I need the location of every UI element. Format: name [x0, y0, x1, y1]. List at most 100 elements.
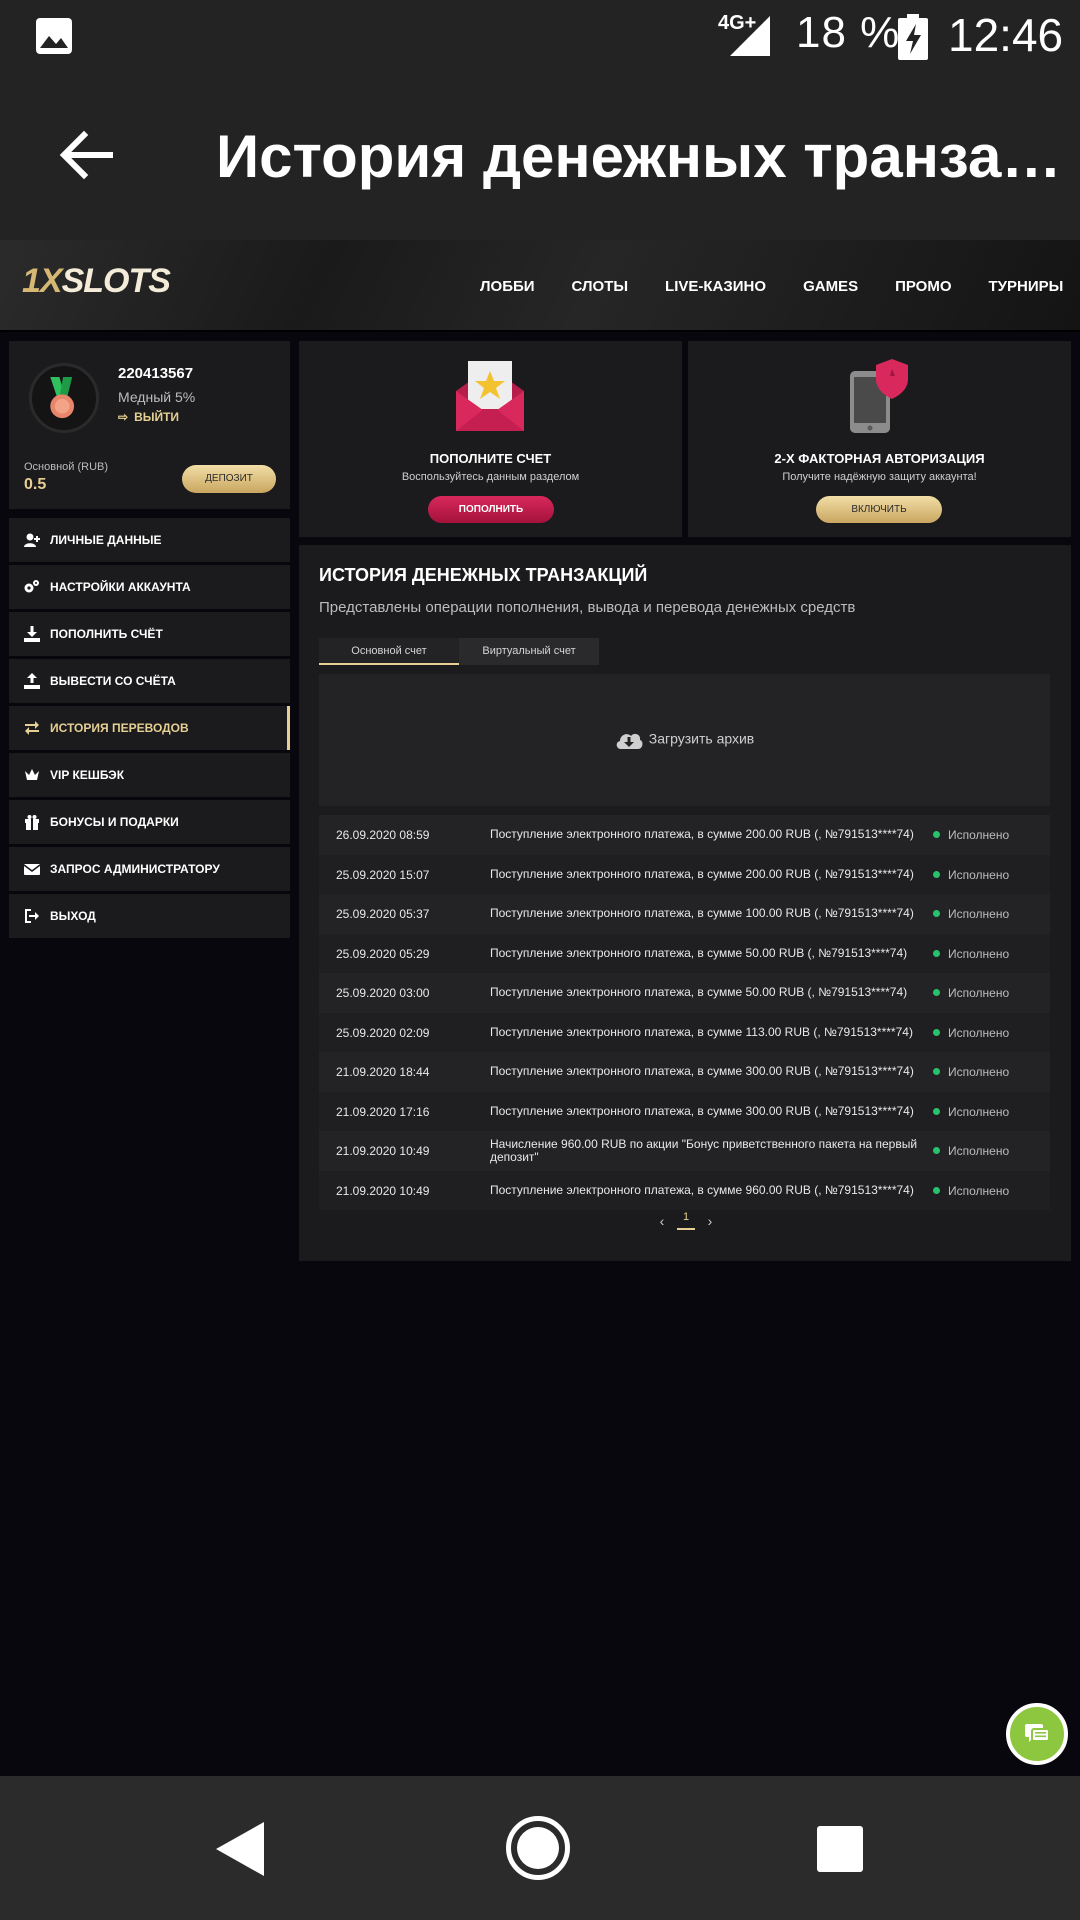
user-id: 220413567: [118, 365, 194, 382]
status-dot: [933, 1028, 940, 1036]
archive-label: Загрузить архив: [648, 730, 755, 747]
logout-label: ВЫЙТИ: [134, 410, 180, 424]
tab-main-account[interactable]: Основной счет: [319, 638, 459, 665]
sidebar-item-transfer-history[interactable]: ИСТОРИЯ ПЕРЕВОДОВ: [9, 706, 290, 750]
sidebar-item-bonuses[interactable]: БОНУСЫ И ПОДАРКИ: [9, 800, 290, 844]
sidebar-item-vip-cashback[interactable]: VIP КЕШБЭК: [9, 753, 290, 797]
balance-value: 0.5: [24, 476, 47, 493]
tx-description: Поступление электронного платежа, в сумм…: [490, 1064, 914, 1078]
table-row: 25.09.2020 15:07 Поступление электронног…: [319, 854, 1050, 894]
promo-subtitle: Получите надёжную защиту аккаунта!: [782, 471, 977, 483]
site-logo[interactable]: 1XSLOTS: [22, 262, 171, 301]
status-dot: [933, 1068, 940, 1075]
balance-label: Основной (RUB): [24, 461, 109, 473]
sidebar-item-label: ЗАПРОС АДМИНИСТРАТОРУ: [50, 862, 220, 876]
tx-date: 25.09.2020 05:29: [336, 946, 430, 961]
clock: 12:46: [948, 9, 1064, 61]
crown-icon: [25, 769, 39, 780]
tx-status: Исполнено: [933, 1184, 1009, 1198]
tx-date: 21.09.2020 18:44: [336, 1065, 430, 1079]
sidebar-item-account-settings[interactable]: НАСТРОЙКИ АККАУНТА: [9, 565, 290, 609]
pagination-next[interactable]: ›: [697, 1213, 723, 1229]
chat-button[interactable]: [1006, 1703, 1068, 1765]
promo-card-deposit: ПОПОЛНИТЕ СЧЕТ Воспользуйтесь данным раз…: [299, 341, 682, 537]
nav-recents-icon[interactable]: [817, 1826, 863, 1872]
status-label: Исполнено: [948, 1025, 1010, 1040]
table-row: 21.09.2020 10:49 Начисление 960.00 RUB п…: [319, 1131, 1050, 1171]
tx-date: 25.09.2020 02:09: [336, 1025, 430, 1040]
tx-description: Поступление электронного платежа, в сумм…: [490, 945, 908, 960]
sidebar-item-label: ЛИЧНЫЕ ДАННЫЕ: [50, 533, 162, 547]
system-nav-bar: [0, 1776, 1080, 1920]
status-label: Исполнено: [948, 828, 1010, 842]
status-dot: [933, 949, 940, 957]
enable-2fa-button[interactable]: ВКЛЮЧИТЬ: [816, 496, 942, 523]
tx-date: 21.09.2020 10:49: [336, 1183, 430, 1198]
status-label: Исполнено: [948, 1104, 1010, 1119]
tx-date: 21.09.2020 17:16: [336, 1104, 430, 1119]
image-icon: [36, 18, 72, 54]
phone-shield-icon: [850, 359, 908, 433]
tx-status: Исполнено: [933, 1026, 1009, 1040]
pagination-prev[interactable]: ‹: [649, 1213, 675, 1229]
status-label: Исполнено: [948, 1183, 1010, 1198]
table-row: 26.09.2020 08:59 Поступление электронног…: [319, 815, 1050, 855]
download-icon: [24, 626, 40, 642]
tx-description: Поступление электронного платежа, в сумм…: [490, 906, 914, 920]
nav-tournaments[interactable]: ТУРНИРЫ: [989, 278, 1064, 295]
status-dot: [933, 910, 940, 917]
sidebar-item-admin-request[interactable]: ЗАПРОС АДМИНИСТРАТОРУ: [9, 847, 290, 891]
sidebar-item-deposit[interactable]: ПОПОЛНИТЬ СЧЁТ: [9, 612, 290, 656]
cloud-download-icon: [616, 733, 643, 749]
top-up-button[interactable]: ПОПОЛНИТЬ: [428, 496, 554, 523]
tx-date: 25.09.2020 03:00: [336, 986, 430, 1000]
nav-live-casino[interactable]: LIVE-КАЗИНО: [665, 278, 766, 295]
table-row: 21.09.2020 10:49 Поступление электронног…: [319, 1170, 1050, 1210]
logout-link[interactable]: ⇨ ВЫЙТИ: [118, 410, 179, 424]
download-archive-button[interactable]: Загрузить архив: [319, 729, 1050, 751]
nav-lobby[interactable]: ЛОББИ: [480, 278, 535, 295]
status-dot: [933, 1147, 940, 1154]
section-subtitle: Представлены операции пополнения, вывода…: [319, 599, 856, 616]
sidebar-item-withdraw[interactable]: ВЫВЕСТИ СО СЧЁТА: [9, 659, 290, 703]
transactions-table: 26.09.2020 08:59 Поступление электронног…: [319, 815, 1050, 1210]
cogs-icon: [24, 580, 39, 593]
tx-description: Поступление электронного платежа, в сумм…: [490, 985, 908, 999]
account-tabs: Основной счет Виртуальный счет: [319, 638, 599, 665]
pagination-page[interactable]: 1: [677, 1211, 695, 1230]
exchange-icon: [25, 721, 39, 735]
upload-icon: [24, 673, 40, 689]
sidebar-item-exit[interactable]: ВЫХОД: [9, 894, 290, 938]
sidebar-item-personal-data[interactable]: ЛИЧНЫЕ ДАННЫЕ: [9, 518, 290, 562]
status-dot: [933, 870, 940, 878]
nav-back-icon[interactable]: [214, 1820, 266, 1878]
promo-card-2fa: 2-Х ФАКТОРНАЯ АВТОРИЗАЦИЯ Получите надёж…: [688, 341, 1071, 537]
nav-slots[interactable]: СЛОТЫ: [572, 278, 629, 295]
tx-description: Поступление электронного платежа, в сумм…: [490, 1024, 913, 1039]
back-arrow-icon[interactable]: [56, 126, 114, 184]
tab-virtual-account[interactable]: Виртуальный счет: [459, 638, 599, 665]
nav-home-icon[interactable]: [506, 1816, 570, 1880]
battery-charging-icon: [898, 14, 928, 60]
tx-date: 25.09.2020 15:07: [336, 867, 430, 882]
battery-percent: 18 %: [796, 8, 901, 57]
tx-description: Поступление электронного платежа, в сумм…: [490, 827, 914, 841]
table-row: 25.09.2020 03:00 Поступление электронног…: [319, 973, 1050, 1013]
status-dot: [933, 989, 940, 996]
promo-title: ПОПОЛНИТЕ СЧЕТ: [429, 451, 552, 466]
table-row: 25.09.2020 02:09 Поступление электронног…: [319, 1012, 1050, 1052]
tx-status: Исполнено: [933, 828, 1009, 842]
status-bar: 4G+ 18 % 12:46: [0, 0, 1080, 72]
promo-subtitle: Воспользуйтесь данным разделом: [401, 471, 580, 483]
tx-date: 25.09.2020 05:37: [336, 907, 430, 921]
archive-box: Загрузить архив: [319, 674, 1050, 806]
nav-games[interactable]: GAMES: [803, 278, 858, 295]
table-row: 25.09.2020 05:37 Поступление электронног…: [319, 894, 1050, 934]
nav-promo[interactable]: ПРОМО: [895, 278, 951, 295]
tx-date: 26.09.2020 08:59: [336, 828, 430, 842]
sidebar-item-label: ПОПОЛНИТЬ СЧЁТ: [50, 627, 163, 641]
sidebar-item-label: БОНУСЫ И ПОДАРКИ: [50, 815, 179, 829]
tx-status: Исполнено: [933, 947, 1009, 961]
transactions-panel: ИСТОРИЯ ДЕНЕЖНЫХ ТРАНЗАКЦИЙ Представлены…: [299, 545, 1071, 1261]
deposit-button[interactable]: ДЕПОЗИТ: [182, 465, 276, 493]
